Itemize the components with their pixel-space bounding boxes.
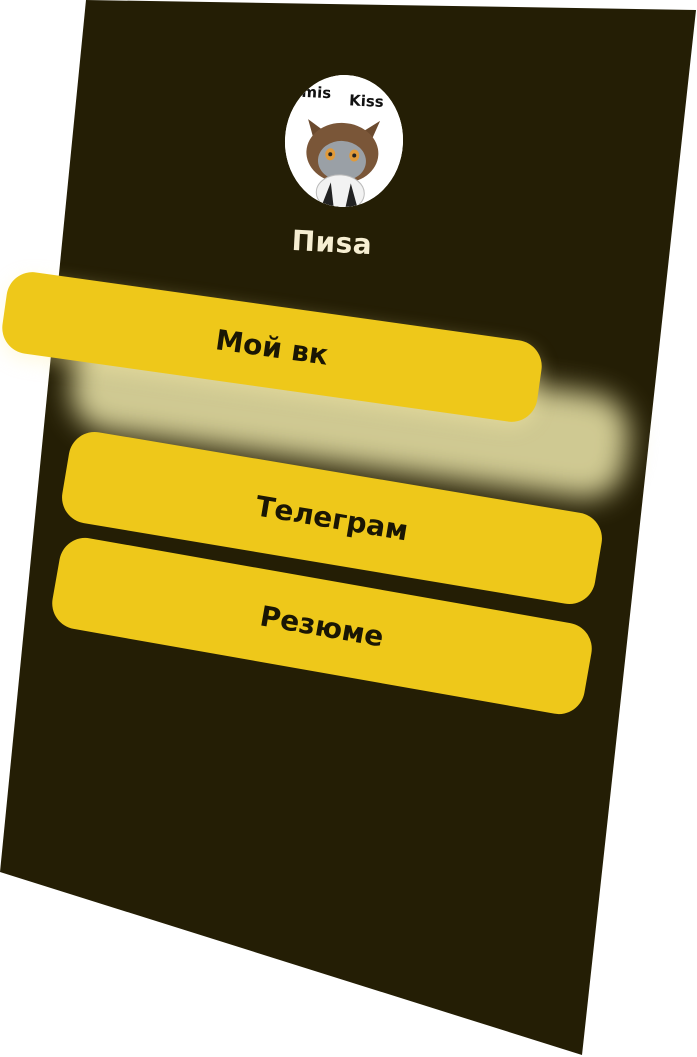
telegram-link-label: Телеграм [253,489,411,547]
avatar-caption-right: Kiss [349,91,385,111]
page-stage: mis Kiss Пиsa Мой вк Телеграм Резюме [0,0,697,1057]
vk-link-label: Мой вк [213,322,331,372]
resume-link-label: Резюме [257,598,387,654]
